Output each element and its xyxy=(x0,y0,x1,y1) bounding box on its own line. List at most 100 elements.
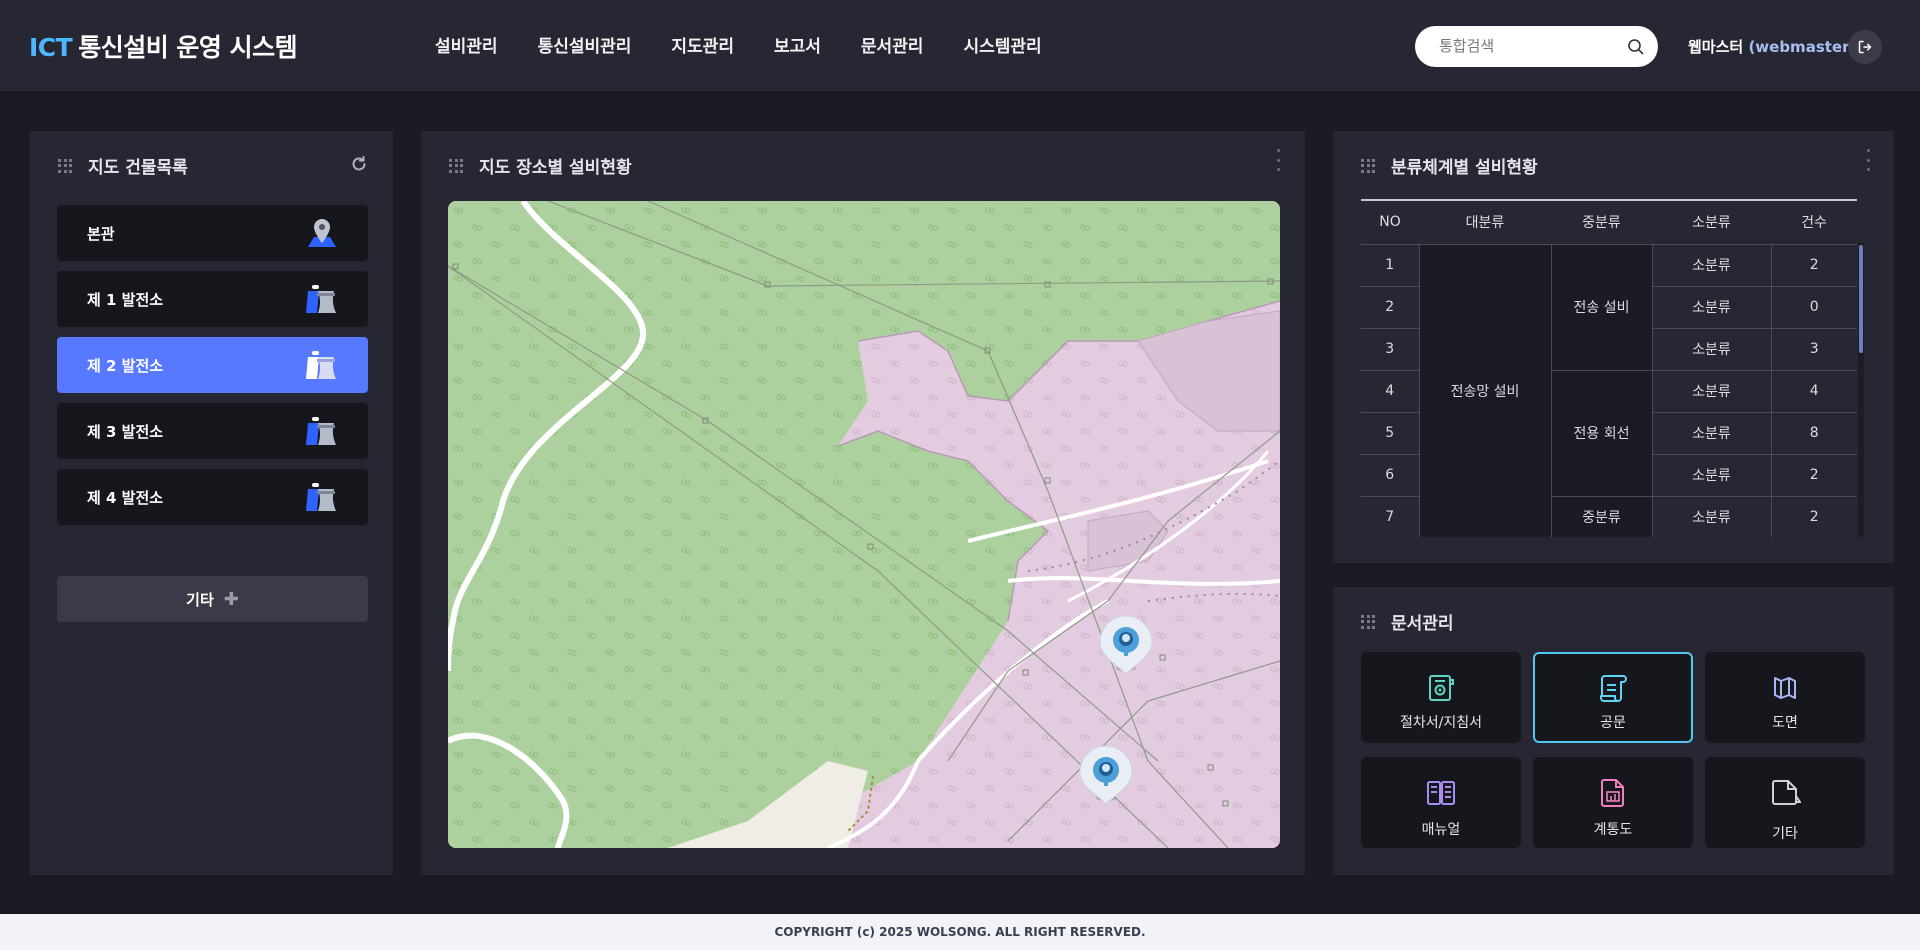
procedure-icon xyxy=(1429,675,1454,701)
cell-no: 3 xyxy=(1361,328,1419,371)
map-pin-icon xyxy=(308,219,336,247)
panel-title: 분류체계별 설비현황 xyxy=(1391,158,1538,178)
other-document-icon xyxy=(1772,780,1801,805)
power-plant-icon xyxy=(306,483,336,511)
drawing-icon xyxy=(1774,677,1796,699)
building-item-plant-3[interactable]: 제 3 발전소 xyxy=(57,403,368,459)
table-scrollbar-thumb[interactable] xyxy=(1859,245,1863,353)
cell-no: 5 xyxy=(1361,412,1419,455)
building-item-plant-4[interactable]: 제 4 발전소 xyxy=(57,469,368,525)
table-row[interactable]: 1 전송망 설비 전송 설비 소분류 2 xyxy=(1361,244,1857,537)
user-info: 웹마스터 (webmaster) xyxy=(1688,36,1856,57)
column-header-major[interactable]: 대분류 xyxy=(1419,199,1551,245)
panel-title: 문서관리 xyxy=(1391,614,1454,634)
more-options-icon[interactable] xyxy=(1866,149,1872,171)
nav-report[interactable]: 보고서 xyxy=(774,32,821,57)
cell-no: 1 xyxy=(1361,244,1419,287)
building-item-main[interactable]: 본관 xyxy=(57,205,368,261)
cell-count: 8 xyxy=(1770,412,1857,455)
drag-handle-icon[interactable] xyxy=(449,158,463,173)
doc-other-button[interactable]: 기타 xyxy=(1705,757,1865,848)
cell-minor: 소분류 xyxy=(1651,328,1771,371)
logout-icon xyxy=(1858,40,1872,54)
documents-panel: 문서관리 절차서/지침서 공문 도면 매뉴얼 계통도 기타 xyxy=(1333,587,1894,875)
drag-handle-icon[interactable] xyxy=(1361,614,1375,629)
building-label: 제 1 발전소 xyxy=(87,291,164,309)
nav-documents[interactable]: 문서관리 xyxy=(861,32,924,57)
building-label: 제 4 발전소 xyxy=(87,489,164,507)
user-id: (webmaster) xyxy=(1748,38,1857,56)
doc-manual-button[interactable]: 매뉴얼 xyxy=(1361,757,1521,848)
button-label: 기타 xyxy=(186,590,214,609)
logo-accent: ICT xyxy=(29,33,73,62)
logout-button[interactable] xyxy=(1848,30,1882,64)
cell-major: 전송망 설비 xyxy=(1418,244,1551,537)
system-diagram-icon xyxy=(1601,779,1624,807)
column-header-mid[interactable]: 중분류 xyxy=(1551,199,1652,245)
cell-count: 3 xyxy=(1770,328,1857,371)
cell-minor: 소분류 xyxy=(1651,496,1771,537)
panel-title: 지도 장소별 설비현황 xyxy=(479,158,632,178)
doc-label: 도면 xyxy=(1772,715,1798,731)
refresh-icon[interactable] xyxy=(350,155,368,173)
nav-map[interactable]: 지도관리 xyxy=(671,32,734,57)
footer: COPYRIGHT (c) 2025 WOLSONG. ALL RIGHT RE… xyxy=(0,914,1920,950)
cell-no: 7 xyxy=(1361,496,1419,537)
map-panel: 지도 장소별 설비현황 xyxy=(421,131,1305,875)
column-header-no[interactable]: NO xyxy=(1361,199,1419,245)
more-options-icon[interactable] xyxy=(1276,149,1282,171)
cell-minor: 소분류 xyxy=(1651,370,1771,413)
panel-header: 지도 건물목록 xyxy=(58,153,188,178)
doc-label: 계통도 xyxy=(1593,822,1633,838)
search-input[interactable] xyxy=(1439,35,1619,57)
cell-count: 2 xyxy=(1770,244,1857,287)
doc-label: 기타 xyxy=(1772,826,1798,842)
doc-procedure-button[interactable]: 절차서/지침서 xyxy=(1361,652,1521,743)
column-header-count[interactable]: 건수 xyxy=(1771,199,1857,245)
building-label: 제 3 발전소 xyxy=(87,423,164,441)
classification-panel: 분류체계별 설비현황 NO 대분류 중분류 소분류 건수 1 전송망 설비 전송… xyxy=(1333,131,1894,563)
cell-minor: 소분류 xyxy=(1651,454,1771,497)
facility-map[interactable] xyxy=(448,201,1280,848)
cell-count: 0 xyxy=(1770,286,1857,329)
cell-count: 4 xyxy=(1770,370,1857,413)
main-nav: 설비관리 통신설비관리 지도관리 보고서 문서관리 시스템관리 xyxy=(435,32,1082,57)
panel-header: 문서관리 xyxy=(1361,609,1454,634)
column-header-minor[interactable]: 소분류 xyxy=(1652,199,1771,245)
manual-icon xyxy=(1427,781,1455,805)
search-icon[interactable] xyxy=(1627,38,1644,55)
cell-minor: 소분류 xyxy=(1651,286,1771,329)
cell-count: 2 xyxy=(1770,496,1857,537)
doc-label: 공문 xyxy=(1600,715,1626,731)
drag-handle-icon[interactable] xyxy=(58,158,72,173)
building-item-plant-1[interactable]: 제 1 발전소 xyxy=(57,271,368,327)
building-label: 제 2 발전소 xyxy=(87,357,164,375)
cell-minor: 소분류 xyxy=(1651,244,1771,287)
doc-official-letter-button[interactable]: 공문 xyxy=(1533,652,1693,743)
nav-comm-equipment[interactable]: 통신설비관리 xyxy=(538,32,632,57)
doc-drawing-button[interactable]: 도면 xyxy=(1705,652,1865,743)
panel-header: 분류체계별 설비현황 xyxy=(1361,153,1538,178)
add-other-building-button[interactable]: 기타 ✚ xyxy=(57,576,368,622)
cell-mid: 전송 설비 xyxy=(1550,244,1652,371)
cell-no: 2 xyxy=(1361,286,1419,329)
panel-header: 지도 장소별 설비현황 xyxy=(449,153,632,178)
table-header-row: NO 대분류 중분류 소분류 건수 xyxy=(1361,199,1857,245)
doc-system-diagram-button[interactable]: 계통도 xyxy=(1533,757,1693,848)
building-list-panel: 지도 건물목록 본관 제 1 발전소 제 2 발전소 제 3 발전소 제 4 발… xyxy=(30,131,393,875)
logo-text: 통신설비 운영 시스템 xyxy=(78,33,298,62)
nav-system[interactable]: 시스템관리 xyxy=(963,32,1041,57)
building-label: 본관 xyxy=(87,225,115,243)
building-item-plant-2[interactable]: 제 2 발전소 xyxy=(57,337,368,393)
doc-label: 절차서/지침서 xyxy=(1400,715,1482,731)
cell-count: 2 xyxy=(1770,454,1857,497)
cell-minor: 소분류 xyxy=(1651,412,1771,455)
nav-equipment[interactable]: 설비관리 xyxy=(435,32,498,57)
cell-mid: 전용 회선 xyxy=(1550,370,1652,497)
classification-table-wrapper: NO 대분류 중분류 소분류 건수 1 전송망 설비 전송 설비 소분류 2 2 xyxy=(1361,199,1866,537)
app-logo[interactable]: ICT 통신설비 운영 시스템 xyxy=(29,28,298,64)
user-name: 웹마스터 xyxy=(1688,38,1744,56)
drag-handle-icon[interactable] xyxy=(1361,158,1375,173)
classification-table: NO 대분류 중분류 소분류 건수 1 전송망 설비 전송 설비 소분류 2 2 xyxy=(1361,199,1857,537)
power-plant-icon xyxy=(306,351,336,379)
